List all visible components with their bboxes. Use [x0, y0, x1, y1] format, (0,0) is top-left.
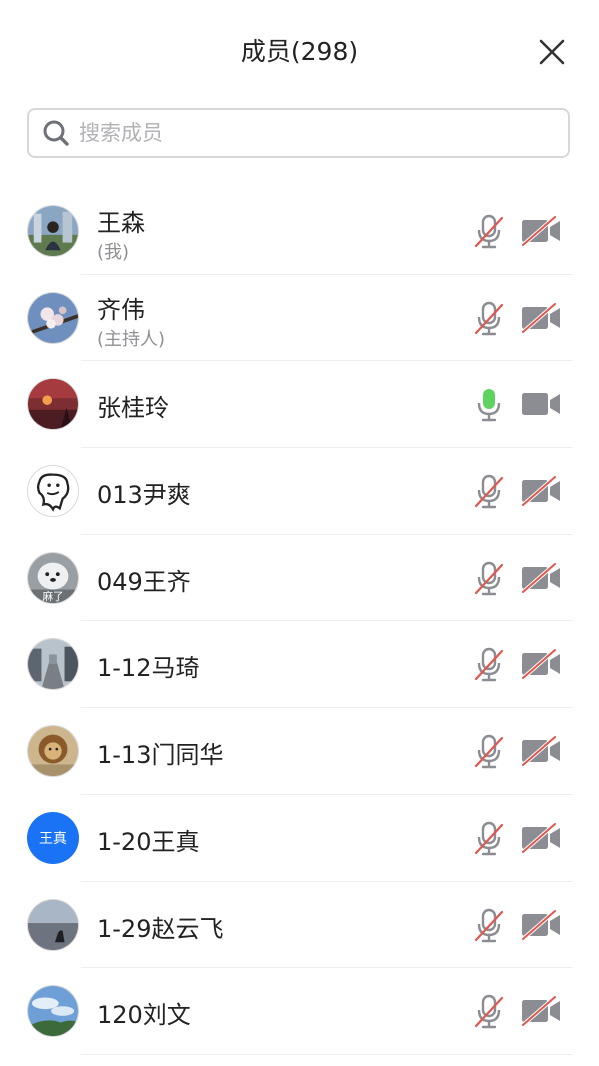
- camera-off-icon[interactable]: [520, 562, 562, 593]
- member-list: 王森 (我) 齐伟 (主持人) 张桂玲 013尹爽麻了 049王齐 1-12马琦 1-13门同华…: [0, 188, 599, 1055]
- avatar: [27, 465, 79, 518]
- avatar: [27, 898, 79, 951]
- camera-off-icon[interactable]: [520, 649, 562, 680]
- member-name: 齐伟: [97, 295, 145, 324]
- mic-muted-icon[interactable]: [474, 908, 504, 944]
- mic-muted-icon[interactable]: [474, 734, 504, 770]
- member-row[interactable]: 1-29赵云飞: [0, 882, 599, 969]
- row-divider: [81, 1053, 573, 1055]
- camera-off-icon[interactable]: [520, 909, 562, 940]
- member-row[interactable]: 120刘文: [0, 968, 599, 1055]
- member-role: (主持人): [97, 328, 166, 350]
- member-name: 1-29赵云飞: [97, 914, 224, 943]
- panel-header: 成员(298): [0, 0, 599, 104]
- camera-off-icon[interactable]: [520, 822, 562, 853]
- mic-muted-icon[interactable]: [474, 214, 504, 250]
- member-row[interactable]: 王森 (我): [0, 188, 599, 275]
- camera-off-icon[interactable]: [520, 476, 562, 507]
- avatar: [27, 725, 79, 778]
- avatar: [27, 291, 79, 344]
- avatar-initials: 王真: [39, 830, 67, 847]
- mic-muted-icon[interactable]: [474, 821, 504, 857]
- avatar: 麻了: [27, 551, 79, 604]
- mic-muted-icon[interactable]: [474, 301, 504, 337]
- member-row[interactable]: 013尹爽: [0, 448, 599, 535]
- search-box[interactable]: [27, 108, 570, 158]
- mic-muted-icon[interactable]: [474, 561, 504, 597]
- avatar: [27, 378, 79, 431]
- search-icon: [43, 120, 69, 146]
- member-row[interactable]: 王真 1-20王真: [0, 795, 599, 882]
- member-name: 013尹爽: [97, 481, 191, 510]
- avatar: [27, 985, 79, 1038]
- search-input[interactable]: [77, 120, 521, 146]
- member-row[interactable]: 齐伟 (主持人): [0, 275, 599, 362]
- member-name: 张桂玲: [97, 394, 169, 423]
- member-name: 王森: [97, 209, 145, 237]
- member-name: 1-12马琦: [97, 654, 200, 683]
- camera-off-icon[interactable]: [520, 302, 562, 333]
- member-row[interactable]: 张桂玲: [0, 361, 599, 449]
- svg-text:麻了: 麻了: [42, 590, 63, 603]
- avatar: 王真: [27, 811, 79, 864]
- mic-muted-icon[interactable]: [474, 994, 504, 1030]
- member-name: 049王齐: [97, 567, 191, 596]
- member-role: (我): [97, 242, 130, 263]
- close-icon[interactable]: [537, 37, 567, 67]
- member-row[interactable]: 1-12马琦: [0, 621, 599, 709]
- member-name: 120刘文: [97, 1001, 191, 1030]
- panel-title: 成员(298): [240, 37, 359, 66]
- mic-muted-icon[interactable]: [474, 647, 504, 683]
- member-row[interactable]: 麻了 049王齐: [0, 535, 599, 622]
- member-row[interactable]: 1-13门同华: [0, 708, 599, 795]
- camera-off-icon[interactable]: [520, 736, 562, 767]
- camera-off-icon[interactable]: [520, 216, 562, 246]
- member-name: 1-20王真: [97, 827, 200, 856]
- camera-off-icon[interactable]: [520, 996, 562, 1027]
- member-name: 1-13门同华: [97, 741, 224, 770]
- mic-icon[interactable]: [474, 387, 504, 423]
- avatar: [27, 205, 79, 257]
- camera-icon[interactable]: [520, 389, 562, 419]
- members-panel: 成员(298) 王森 (我) 齐伟 (主持人) 张桂玲 013尹爽麻了 049王齐 1-12马…: [0, 0, 599, 1066]
- avatar: [27, 638, 79, 691]
- mic-muted-icon[interactable]: [474, 474, 504, 510]
